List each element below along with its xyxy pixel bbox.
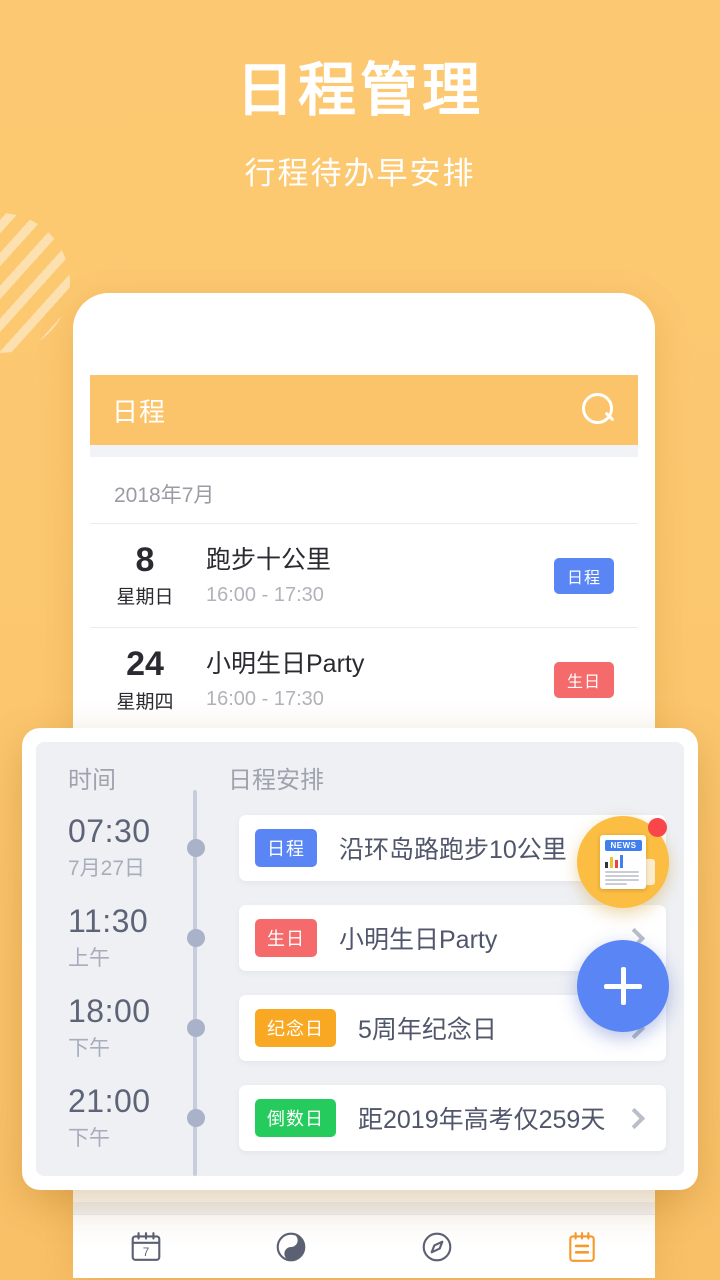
timeline-time-period: 7月27日: [68, 856, 146, 880]
nav-item-notes[interactable]: [547, 1230, 617, 1264]
timeline-dot: [187, 1019, 205, 1037]
timeline-time-value: 07:30: [68, 813, 151, 850]
timeline-time: 11:30 上午: [54, 903, 194, 972]
schedule-date: 24 星期四: [90, 645, 200, 713]
schedule-date: 8 星期日: [90, 541, 200, 609]
timeline-row[interactable]: 11:30 上午 生日 小明生日Party: [54, 893, 666, 983]
timeline-dot: [187, 1109, 205, 1127]
schedule-weekday: 星期日: [116, 587, 174, 609]
chevron-right-icon: [623, 1107, 646, 1129]
news-button[interactable]: NEWS: [577, 816, 669, 908]
timeline-time-value: 18:00: [68, 993, 151, 1030]
news-icon-lines: [605, 871, 642, 885]
schedule-list-item[interactable]: 24 星期四 小明生日Party 16:00 - 17:30 生日: [90, 628, 638, 733]
schedule-day-number: 24: [126, 645, 164, 684]
timeline-time: 18:00 下午: [54, 993, 194, 1062]
month-label: 2018年7月: [90, 457, 638, 524]
timeline-header: 时间 日程安排: [54, 760, 666, 795]
timeline-time: 07:30 7月27日: [54, 813, 194, 882]
timeline-header-schedule: 日程安排: [228, 767, 324, 794]
app-bar-divider: [90, 445, 638, 457]
schedule-body: 跑步十公里 16:00 - 17:30: [200, 545, 554, 607]
schedule-time: 16:00 - 17:30: [206, 688, 324, 711]
nav-item-yinyang[interactable]: [256, 1230, 326, 1264]
schedule-time: 16:00 - 17:30: [206, 583, 324, 606]
timeline-time-period: 下午: [68, 1036, 110, 1060]
schedule-weekday: 星期四: [116, 691, 174, 713]
schedule-title: 跑步十公里: [206, 545, 332, 574]
news-icon: NEWS: [600, 835, 655, 889]
notification-badge-dot: [648, 818, 667, 837]
app-bar: 日程: [90, 375, 638, 445]
bottom-nav-divider: [73, 1202, 655, 1214]
page-title: 日程管理: [235, 58, 484, 123]
nav-item-compass[interactable]: [402, 1230, 472, 1264]
page-subtitle: 行程待办早安排: [244, 156, 476, 191]
nav-item-calendar[interactable]: 7: [111, 1230, 181, 1264]
timeline-time-value: 21:00: [68, 1083, 151, 1120]
clipboard-icon: [569, 1231, 595, 1262]
schedule-body: 小明生日Party 16:00 - 17:30: [200, 649, 554, 711]
add-schedule-fab[interactable]: [577, 940, 669, 1032]
schedule-day-number: 8: [135, 541, 155, 579]
timeline-event-title: 小明生日Party: [339, 926, 498, 954]
schedule-tag: 生日: [553, 662, 614, 699]
schedule-title: 小明生日Party: [206, 649, 365, 678]
timeline-row[interactable]: 18:00 下午 纪念日 5周年纪念日: [54, 983, 666, 1073]
svg-text:7: 7: [143, 1246, 150, 1259]
phone-status-area: [73, 293, 655, 375]
timeline-dot: [187, 839, 205, 857]
news-icon-label: NEWS: [605, 840, 642, 851]
app-bar-title: 日程: [112, 396, 167, 427]
bottom-navigation: 7: [73, 1214, 655, 1278]
timeline-event-tag: 日程: [255, 829, 317, 867]
timeline-time: 21:00 下午: [54, 1083, 194, 1152]
search-icon[interactable]: [582, 393, 616, 427]
calendar-icon: 7: [131, 1231, 161, 1261]
compass-icon: [422, 1232, 452, 1261]
timeline-row[interactable]: 21:00 下午 倒数日 距2019年高考仅259天: [54, 1073, 666, 1163]
yin-yang-icon: [276, 1232, 306, 1261]
hero-section: 日程管理 行程待办早安排: [0, 62, 720, 193]
timeline-event-tag: 倒数日: [255, 1099, 336, 1137]
timeline-time-value: 11:30: [68, 903, 149, 940]
timeline-time-period: 上午: [68, 946, 110, 970]
timeline-event-card[interactable]: 倒数日 距2019年高考仅259天: [239, 1085, 666, 1151]
schedule-list-item[interactable]: 8 星期日 跑步十公里 16:00 - 17:30 日程: [90, 524, 638, 629]
timeline-event-tag: 纪念日: [255, 1009, 336, 1047]
timeline-event-tag: 生日: [255, 919, 317, 957]
timeline-dot: [187, 929, 205, 947]
decorative-striped-circle: [0, 213, 70, 353]
schedule-tag: 日程: [553, 557, 614, 594]
timeline-header-time: 时间: [68, 767, 116, 794]
timeline-time-period: 下午: [68, 1126, 110, 1150]
timeline-event-title: 距2019年高考仅259天: [358, 1106, 606, 1134]
news-icon-bars: [605, 855, 642, 868]
timeline-row[interactable]: 07:30 7月27日 日程 沿环岛路跑步10公里: [54, 803, 666, 893]
